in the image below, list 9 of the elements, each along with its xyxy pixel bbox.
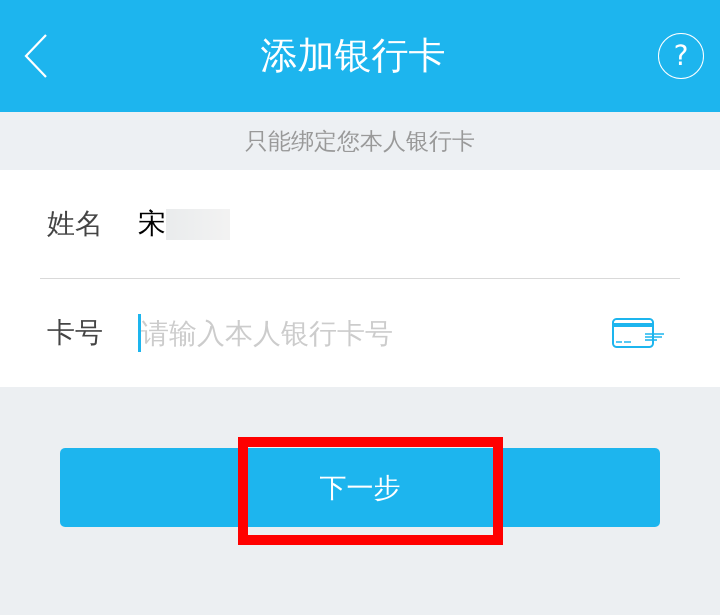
back-button[interactable] — [24, 34, 48, 78]
chevron-left-icon — [24, 34, 48, 78]
help-button[interactable]: ? — [658, 33, 704, 79]
field-label: 姓名 — [47, 206, 104, 242]
next-button[interactable]: 下一步 — [60, 448, 660, 527]
credit-card-icon[interactable] — [612, 318, 664, 348]
name-value: 宋 — [138, 206, 166, 242]
page-title: 添加银行卡 — [260, 34, 446, 78]
field-label: 卡号 — [47, 315, 104, 351]
